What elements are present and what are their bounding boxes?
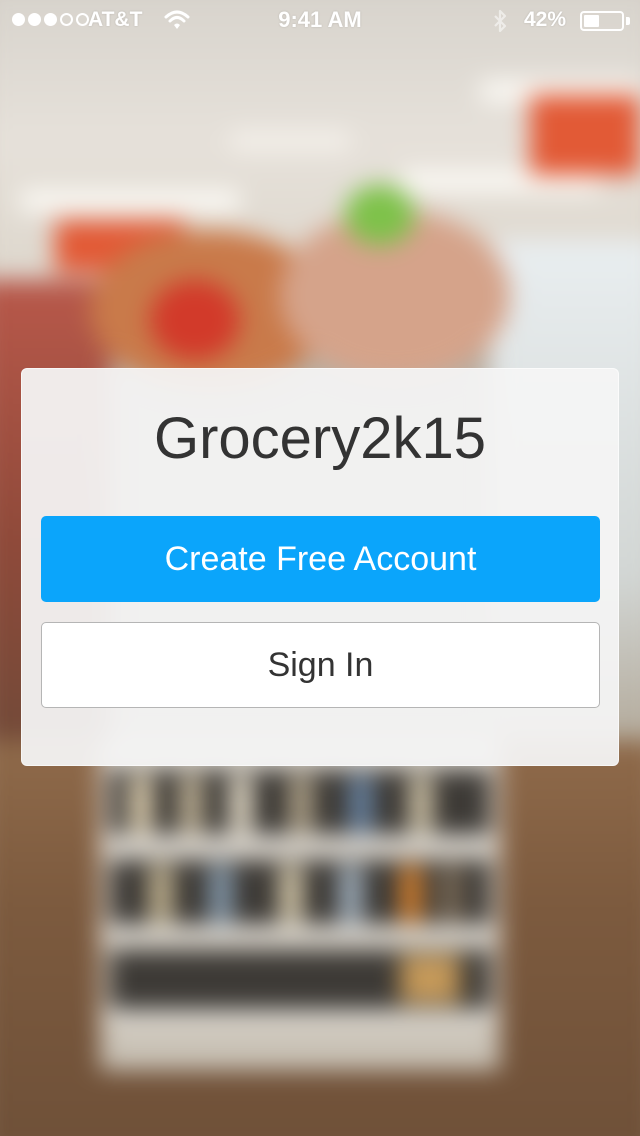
battery-percentage: 42%: [524, 8, 567, 31]
create-account-button[interactable]: Create Free Account: [41, 516, 600, 602]
bluetooth-icon: [494, 9, 507, 33]
welcome-card: Grocery2k15 Create Free Account Sign In: [21, 368, 619, 766]
battery-tip: [626, 17, 630, 25]
sign-in-button[interactable]: Sign In: [41, 622, 600, 708]
app-title: Grocery2k15: [153, 406, 487, 471]
battery-level: [584, 15, 599, 27]
battery-icon: [580, 11, 624, 31]
status-bar: AT&T 9:41 AM 42%: [0, 0, 640, 40]
